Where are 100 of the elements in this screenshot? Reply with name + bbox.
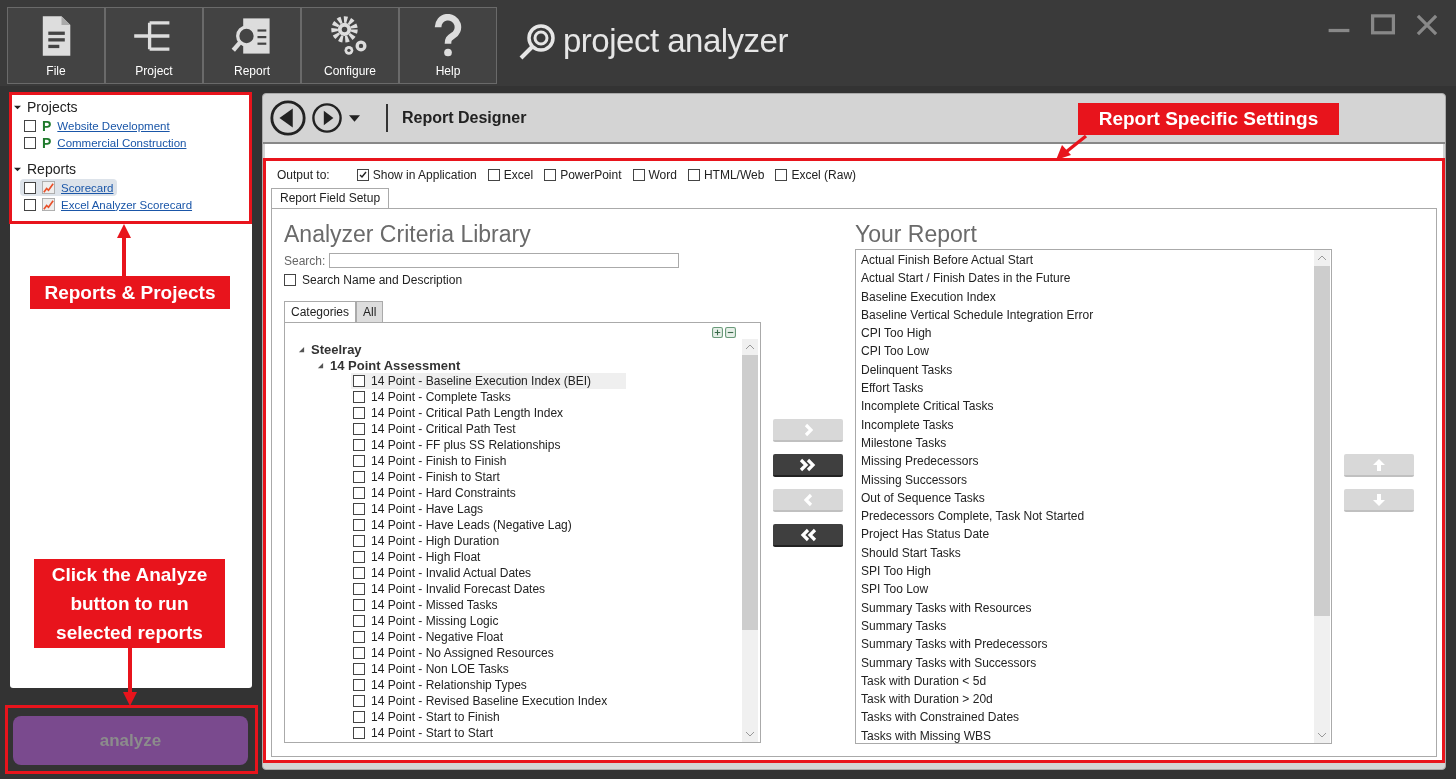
report-item[interactable]: Should Start Tasks	[861, 543, 1314, 563]
report-item[interactable]: Incomplete Tasks	[861, 415, 1314, 434]
report-item[interactable]: Out of Sequence Tasks	[861, 488, 1314, 508]
checkbox[interactable]	[544, 169, 557, 181]
report-item[interactable]: Tasks with Constrained Dates	[861, 708, 1314, 727]
checkbox[interactable]	[353, 503, 365, 515]
report-item[interactable]: SPI Too High	[861, 562, 1314, 581]
toolbar-button[interactable]: Project	[105, 7, 203, 84]
criteria-item[interactable]: 14 Point - High Float	[351, 549, 626, 565]
report-item[interactable]: Missing Successors	[861, 470, 1314, 489]
dropdown-caret-icon[interactable]	[349, 113, 360, 123]
report-item[interactable]: Delinquent Tasks	[861, 360, 1314, 380]
sidebar-item[interactable]: P Website Development	[20, 117, 174, 134]
search-field[interactable]	[329, 253, 680, 268]
checkbox[interactable]	[353, 631, 365, 643]
report-item[interactable]: Summary Tasks with Predecessors	[861, 635, 1314, 654]
criteria-item[interactable]: 14 Point - Relationship Types	[351, 677, 626, 693]
criteria-item[interactable]: 14 Point - Invalid Actual Dates	[351, 565, 626, 581]
checkbox[interactable]	[353, 439, 365, 451]
checkbox[interactable]	[487, 169, 500, 181]
report-item[interactable]: Summary Tasks with Successors	[861, 653, 1314, 672]
toolbar-button[interactable]: File	[7, 7, 105, 84]
sidebar-item[interactable]: Scorecard	[20, 179, 118, 196]
sidebar-item[interactable]: Excel Analyzer Scorecard	[20, 196, 197, 213]
checkbox[interactable]	[353, 423, 365, 435]
criteria-item[interactable]: 14 Point - Missing Logic	[351, 613, 626, 629]
checkbox[interactable]	[353, 679, 365, 691]
report-item[interactable]: Task with Duration < 5d	[861, 671, 1314, 691]
forward-icon[interactable]	[311, 102, 343, 134]
report-item[interactable]: Summary Tasks	[861, 616, 1314, 636]
criteria-item[interactable]: 14 Point - Have Leads (Negative Lag)	[351, 517, 626, 533]
checkbox[interactable]	[353, 599, 365, 611]
checkbox[interactable]	[353, 519, 365, 531]
checkbox[interactable]	[353, 375, 365, 387]
report-item[interactable]: SPI Too Low	[861, 580, 1314, 599]
criteria-item[interactable]: 14 Point - Baseline Execution Index (BEI)	[351, 373, 626, 389]
checkbox[interactable]	[353, 551, 365, 563]
checkbox[interactable]	[632, 169, 645, 181]
checkbox[interactable]	[353, 471, 365, 483]
sidebar-item[interactable]: P Commercial Construction	[20, 134, 191, 151]
criteria-item[interactable]: 14 Point - FF plus SS Relationships	[351, 437, 626, 453]
criteria-item[interactable]: 14 Point - Critical Path Test	[351, 421, 626, 437]
toolbar-button[interactable]: Help	[399, 7, 497, 84]
checkbox[interactable]	[24, 119, 36, 132]
checkbox[interactable]	[353, 567, 365, 579]
collapse-all-icon[interactable]	[725, 327, 736, 338]
checkbox[interactable]	[353, 535, 365, 547]
criteria-item[interactable]: 14 Point - Complete Tasks	[351, 389, 626, 405]
checkbox[interactable]	[687, 169, 700, 181]
criteria-item[interactable]: 14 Point - Finish to Start	[351, 469, 626, 485]
report-item[interactable]: Effort Tasks	[861, 379, 1314, 398]
checkbox[interactable]	[353, 391, 365, 403]
report-item[interactable]: Summary Tasks with Resources	[861, 598, 1314, 617]
expanded-caret-icon[interactable]	[298, 345, 305, 353]
checkbox[interactable]	[353, 663, 365, 675]
sidebar-link[interactable]: Website Development	[57, 119, 170, 132]
checkbox[interactable]	[353, 695, 365, 707]
checkbox[interactable]	[353, 455, 365, 467]
report-item[interactable]: Baseline Execution Index	[861, 287, 1314, 306]
checkbox[interactable]	[356, 169, 369, 181]
checkbox[interactable]	[353, 615, 365, 627]
expanded-caret-icon[interactable]	[14, 103, 21, 111]
add-all-button[interactable]	[773, 454, 843, 477]
sidebar-link[interactable]: Excel Analyzer Scorecard	[61, 198, 193, 211]
report-item[interactable]: Missing Predecessors	[861, 452, 1314, 471]
criteria-item[interactable]: 14 Point - Have Lags	[351, 501, 626, 517]
report-item[interactable]: Project Has Status Date	[861, 525, 1314, 544]
report-item[interactable]: Milestone Tasks	[861, 433, 1314, 453]
criteria-item[interactable]: 14 Point - High Duration	[351, 533, 626, 549]
report-item[interactable]: Actual Finish Before Actual Start	[861, 251, 1314, 270]
report-item[interactable]: Predecessors Complete, Task Not Started	[861, 507, 1314, 526]
checkbox[interactable]	[353, 407, 365, 419]
tree-node[interactable]: Steelray	[311, 341, 362, 357]
toolbar-button[interactable]: Configure	[301, 7, 399, 84]
criteria-item[interactable]: 14 Point - Start to Finish	[351, 709, 626, 725]
checkbox[interactable]	[353, 487, 365, 499]
expanded-caret-icon[interactable]	[317, 361, 324, 369]
checkbox[interactable]	[284, 274, 296, 286]
criteria-item[interactable]: 14 Point - Invalid Forecast Dates	[351, 581, 626, 597]
report-item[interactable]: Tasks with Missing WBS	[861, 726, 1314, 745]
criteria-item[interactable]: 14 Point - Finish to Finish	[351, 453, 626, 469]
criteria-item[interactable]: 14 Point - Hard Constraints	[351, 485, 626, 501]
remove-all-button[interactable]	[773, 524, 843, 547]
report-item[interactable]: CPI Too Low	[861, 342, 1314, 361]
checkbox[interactable]	[353, 647, 365, 659]
tree-node[interactable]: 14 Point Assessment	[330, 357, 461, 373]
checkbox[interactable]	[353, 583, 365, 595]
toolbar-button[interactable]: Report	[203, 7, 301, 84]
criteria-item[interactable]: 14 Point - Critical Path Length Index	[351, 405, 626, 421]
sidebar-link[interactable]: Commercial Construction	[57, 136, 187, 149]
tab[interactable]: Categories	[284, 301, 357, 322]
criteria-item[interactable]: 14 Point - No Assigned Resources	[351, 645, 626, 661]
checkbox[interactable]	[775, 169, 788, 181]
checkbox[interactable]	[24, 181, 36, 194]
criteria-item[interactable]: 14 Point - Missed Tasks	[351, 597, 626, 613]
sidebar-link[interactable]: Scorecard	[61, 181, 114, 194]
report-item[interactable]: Baseline Vertical Schedule Integration Error	[861, 305, 1314, 325]
report-item[interactable]: Incomplete Critical Tasks	[861, 397, 1314, 416]
expanded-caret-icon[interactable]	[14, 165, 21, 173]
back-icon[interactable]	[269, 99, 307, 137]
